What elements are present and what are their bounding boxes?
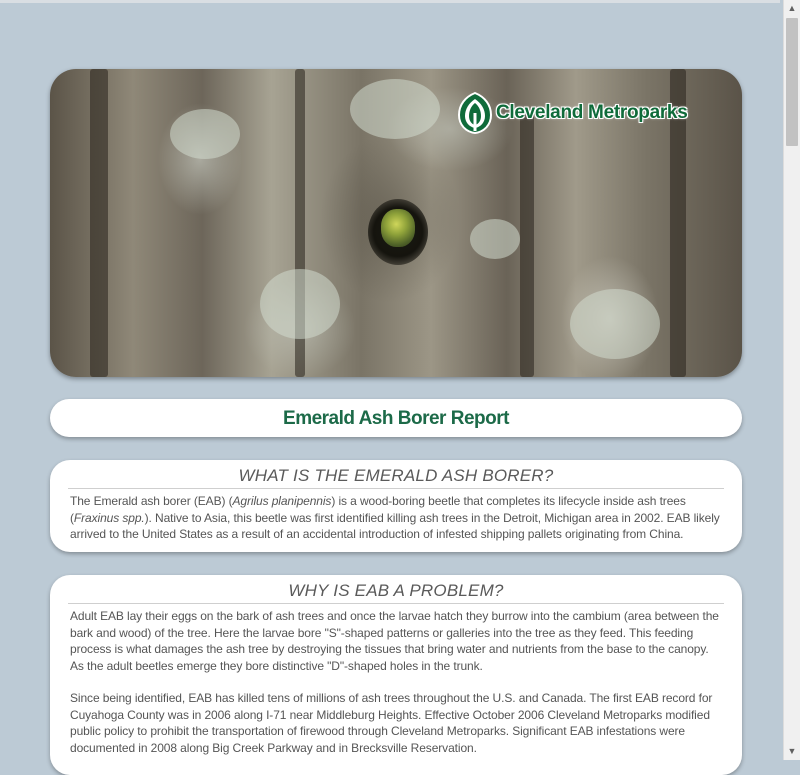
- page-title: Emerald Ash Borer Report: [283, 408, 509, 429]
- cleveland-metroparks-logo[interactable]: Cleveland Metroparks: [457, 91, 688, 135]
- section-what-is-eab: WHAT IS THE EMERALD ASH BORER? The Emera…: [50, 460, 742, 552]
- hero-image: Cleveland Metroparks: [50, 69, 742, 377]
- triangle-up-icon[interactable]: ▲: [784, 0, 800, 17]
- section-heading: WHY IS EAB A PROBLEM?: [68, 575, 724, 604]
- lichen-patch: [170, 109, 240, 159]
- scientific-name: Agrilus planipennis: [232, 494, 332, 508]
- section-paragraph: Since being identified, EAB has killed t…: [70, 691, 713, 755]
- logo-text: Cleveland Metroparks: [496, 102, 688, 123]
- scientific-name: Fraxinus spp.: [73, 510, 145, 525]
- triangle-down-icon[interactable]: ▼: [784, 743, 800, 760]
- section-heading: WHAT IS THE EMERALD ASH BORER?: [68, 460, 724, 489]
- beetle-icon: [381, 209, 415, 247]
- vertical-scrollbar[interactable]: ▲ ▼: [783, 0, 800, 760]
- leaf-tree-icon: [457, 91, 493, 135]
- paragraph-text: The Emerald ash borer (EAB) (: [70, 494, 233, 508]
- paragraph-text: ). Native to Asia, this beetle was first…: [70, 510, 720, 542]
- lichen-patch: [470, 219, 520, 259]
- section-body: The Emerald ash borer (EAB) (Agrilus pla…: [50, 489, 742, 543]
- bark-crack: [90, 69, 108, 377]
- lichen-patch: [260, 269, 340, 339]
- section-body: Adult EAB lay their eggs on the bark of …: [50, 604, 742, 756]
- scrollbar-thumb[interactable]: [786, 18, 798, 146]
- section-paragraph: The Emerald ash borer (EAB) (Agrilus pla…: [70, 493, 722, 543]
- bark-crack: [520, 109, 534, 377]
- window-top-edge: [0, 0, 780, 3]
- section-why-eab-problem: WHY IS EAB A PROBLEM? Adult EAB lay thei…: [50, 575, 742, 775]
- report-title-card: Emerald Ash Borer Report: [50, 399, 742, 437]
- lichen-patch: [570, 289, 660, 359]
- lichen-patch: [350, 79, 440, 139]
- section-paragraph: Adult EAB lay their eggs on the bark of …: [70, 609, 719, 673]
